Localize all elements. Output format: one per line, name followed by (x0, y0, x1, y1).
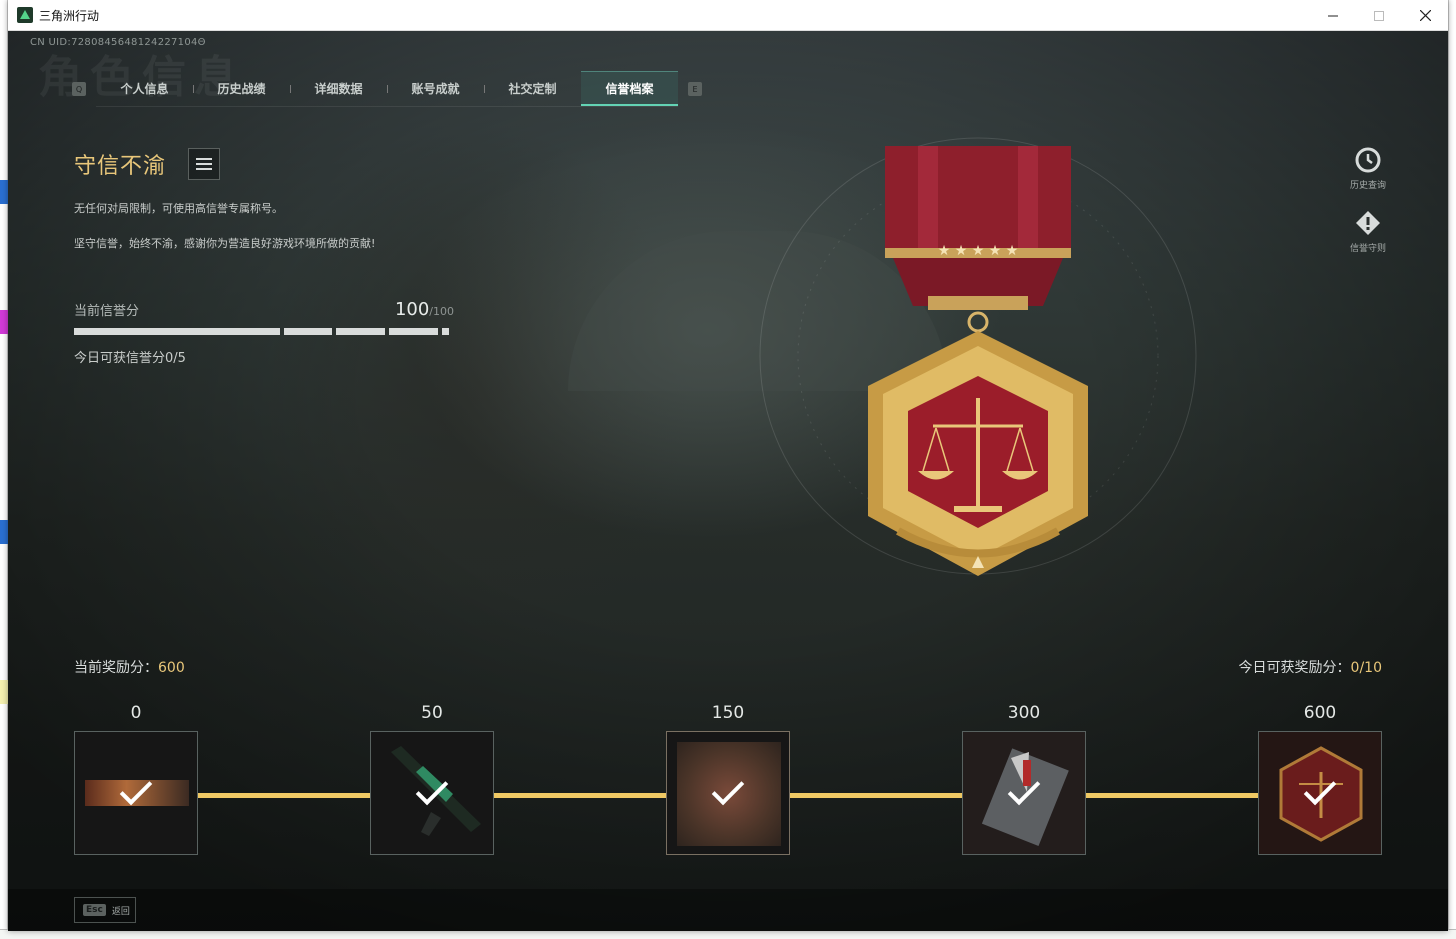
list-icon-line (196, 168, 213, 170)
esc-key-hint: Esc (83, 904, 106, 916)
tab-credit-archive[interactable]: 信誉档案 (581, 71, 678, 106)
track-connector (790, 793, 962, 798)
close-icon (1419, 10, 1431, 21)
current-reward-label: 当前奖励分： (74, 660, 158, 676)
list-icon (196, 158, 213, 160)
reward-tier-1[interactable]: 50 (370, 703, 494, 855)
maximize-button[interactable] (1356, 0, 1402, 31)
history-query-button[interactable]: 历史查询 (1350, 146, 1386, 191)
reward-summary: 当前奖励分：600 今日可获奖励分：0/10 (74, 657, 1382, 677)
credit-description: 无任何对局限制，可使用高信誉专属称号。 (74, 202, 283, 215)
minimize-icon (1328, 15, 1338, 16)
reward-item-banner[interactable] (74, 731, 198, 855)
warning-diamond-icon (1355, 211, 1380, 235)
background-spreadsheet-right (1448, 0, 1456, 939)
background-spreadsheet-left (0, 0, 8, 939)
credit-score-max: /100 (429, 305, 454, 318)
maximize-icon (1374, 10, 1384, 21)
track-connector (198, 793, 370, 798)
today-reward-label: 今日可获奖励分： (1238, 660, 1351, 676)
game-window: 三角洲行动 角色信息 CN UID:7280845648124227104Θ Q… (8, 0, 1448, 931)
credit-medal: ★ ★ ★ ★ ★ (758, 136, 1198, 576)
back-label: 返回 (111, 906, 130, 917)
track-connector (494, 793, 666, 798)
reward-item-scales-emblem[interactable] (666, 731, 790, 855)
player-uid: CN UID:7280845648124227104Θ (30, 37, 206, 48)
current-reward-value: 600 (158, 660, 185, 676)
reward-tier-0[interactable]: 0 (74, 703, 198, 855)
credit-score-label: 当前信誉分 (74, 304, 140, 319)
credit-info-panel: 守信不渝 无任何对局限制，可使用高信誉专属称号。 坚守信誉，始终不渝，感谢你为营… (74, 148, 454, 366)
reward-threshold: 600 (1303, 703, 1337, 723)
tab-match-history[interactable]: 历史战绩 (193, 71, 290, 106)
reward-item-medal-badge[interactable] (1258, 731, 1382, 855)
credit-score-value: 100 (394, 299, 430, 320)
tab-personal-info[interactable]: 个人信息 (96, 71, 193, 106)
next-tab-key-hint[interactable]: E (688, 82, 702, 96)
prev-tab-key-hint[interactable]: Q (72, 82, 86, 96)
reward-threshold: 50 (421, 703, 443, 723)
medal-artwork: ★ ★ ★ ★ ★ (759, 137, 1197, 576)
credit-archive-screen: 角色信息 CN UID:7280845648124227104Θ Q 个人信息 … (8, 31, 1448, 931)
tab-achievements[interactable]: 账号成就 (387, 71, 484, 106)
reward-item-rifle-skin[interactable] (370, 731, 494, 855)
score-bar-segment (389, 328, 438, 335)
window-title: 三角洲行动 (39, 8, 100, 23)
today-credit-gain: 今日可获信誉分0/5 (74, 351, 186, 366)
reward-tier-3[interactable]: 300 (962, 703, 1086, 855)
title-bar: 三角洲行动 (8, 0, 1448, 31)
minimize-button[interactable] (1310, 0, 1356, 31)
reward-threshold: 300 (1007, 703, 1041, 723)
clock-history-icon (1355, 147, 1381, 173)
reward-threshold: 150 (711, 703, 745, 723)
track-connector (1086, 793, 1258, 798)
reward-item-card-pendant[interactable] (962, 731, 1086, 855)
score-bar-segment (74, 328, 280, 335)
bottom-bar: Esc 返回 (8, 889, 1448, 931)
list-icon-line (196, 163, 213, 165)
reward-tier-2[interactable]: 150 (666, 703, 790, 855)
background-cell-yellow (0, 680, 8, 704)
reward-threshold: 0 (130, 703, 142, 723)
app-logo-icon (17, 7, 33, 23)
side-actions: 历史查询 信誉守则 (1350, 146, 1386, 254)
score-bar-segment (442, 328, 449, 335)
background-cell-blue (0, 180, 8, 204)
close-button[interactable] (1402, 0, 1448, 31)
background-cell-magenta (0, 310, 8, 334)
history-query-label: 历史查询 (1349, 181, 1386, 191)
credit-level-title: 守信不渝 (74, 154, 167, 179)
reward-track: 0 50 150 300 600 (74, 703, 1382, 858)
tab-navigation: Q 个人信息 历史战绩 详细数据 账号成就 社交定制 信誉档案 E (72, 71, 702, 107)
credit-thanks-text: 坚守信誉，始终不渝，感谢你为营造良好游戏环境所做的贡献! (74, 237, 376, 250)
credit-score-bar (74, 328, 454, 335)
reward-tier-4[interactable]: 600 (1258, 703, 1382, 855)
tab-social-custom[interactable]: 社交定制 (484, 71, 581, 106)
level-list-button[interactable] (188, 148, 221, 180)
credit-rules-label: 信誉守则 (1349, 244, 1386, 254)
background-cell-blue-2 (0, 520, 8, 544)
svg-text:★ ★ ★ ★ ★: ★ ★ ★ ★ ★ (938, 243, 1019, 259)
score-bar-segment (284, 328, 332, 335)
score-bar-segment (336, 328, 385, 335)
credit-rules-button[interactable]: 信誉守则 (1350, 209, 1386, 254)
back-button[interactable]: Esc 返回 (74, 897, 136, 923)
tab-detailed-data[interactable]: 详细数据 (290, 71, 387, 106)
today-reward-value: 0/10 (1350, 660, 1382, 676)
